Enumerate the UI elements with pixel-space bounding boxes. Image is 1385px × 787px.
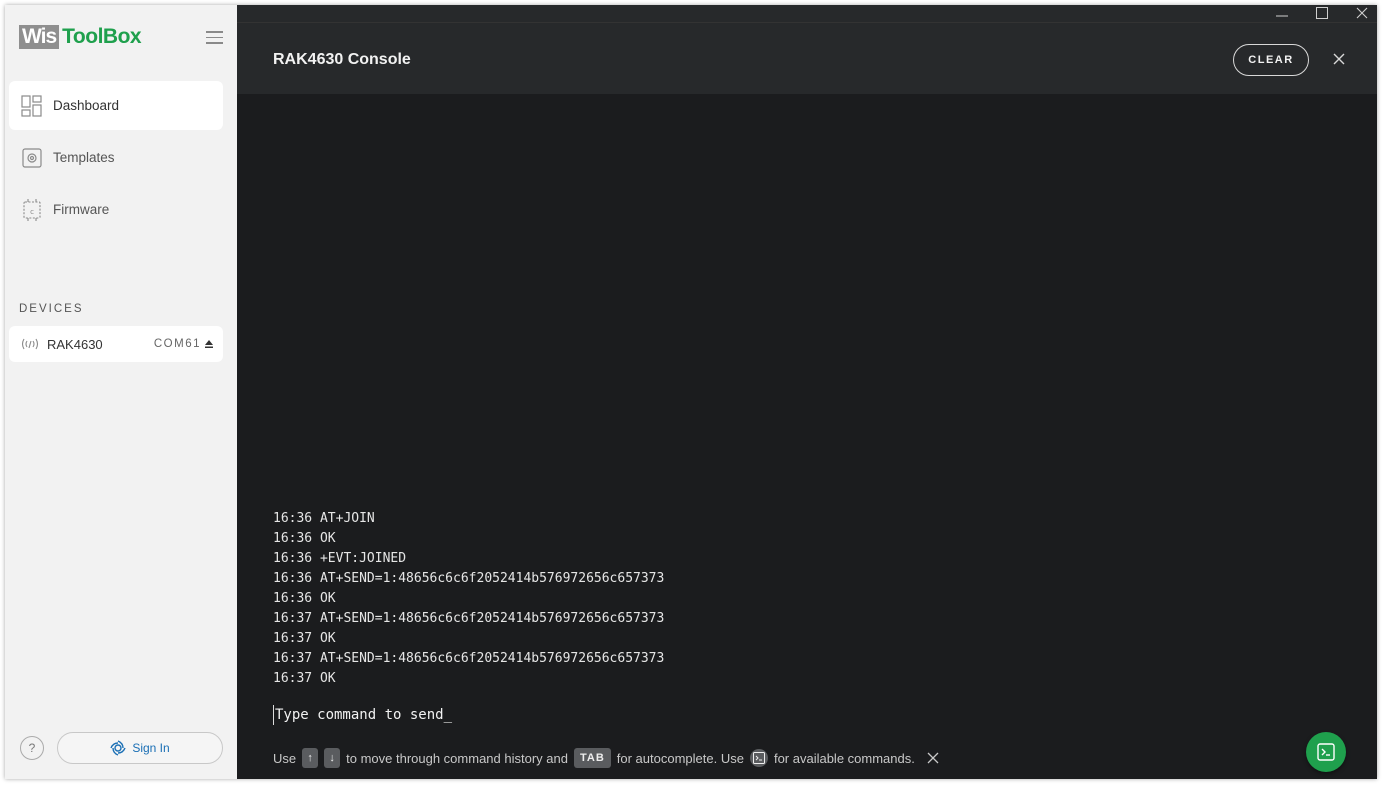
hint-close-icon[interactable] [927,752,939,764]
command-input[interactable] [273,705,1173,725]
eject-icon[interactable] [204,339,214,349]
log-line: 16:36 AT+SEND=1:48656c6c6f2052414b576972… [273,571,665,586]
sidebar-item-label: Dashboard [53,98,120,113]
device-item-rak4630[interactable]: RAK4630 COM61 [9,326,223,362]
console-header: RAK4630 Console CLEAR [237,23,1377,94]
help-button[interactable]: ? [20,736,44,760]
svg-text:c: c [30,208,34,216]
templates-icon [21,147,43,169]
up-key-badge: ↑ [302,748,319,768]
window-close-icon[interactable] [1353,5,1371,21]
sign-in-button[interactable]: Sign In [57,732,223,764]
tab-key-badge: TAB [573,748,611,768]
console-title: RAK4630 Console [273,51,411,68]
terminal-icon [749,749,768,767]
log-line: 16:37 AT+SEND=1:48656c6c6f2052414b576972… [273,651,665,666]
hint-text-history: to move through command history and [346,750,568,766]
sign-in-label: Sign In [132,741,170,755]
log-line: 16:36 AT+JOIN [273,511,375,526]
clear-button[interactable]: CLEAR [1233,44,1309,76]
device-name: RAK4630 [47,336,103,352]
dashboard-icon [21,94,43,117]
sidebar-item-templates[interactable]: Templates [9,133,223,182]
sidebar: Wis ToolBox Dashboard Templates c Firmwa… [5,5,237,779]
command-hint: Use ↑ ↓ to move through command history … [273,747,939,769]
logo-wis: Wis [19,25,60,49]
sidebar-item-dashboard[interactable]: Dashboard [9,81,223,130]
log-line: 16:37 AT+SEND=1:48656c6c6f2052414b576972… [273,611,665,626]
log-line: 16:36 OK [273,591,336,606]
log-line: 16:37 OK [273,671,336,686]
terminal-icon [1317,743,1335,761]
down-key-badge: ↓ [324,748,341,768]
firmware-icon: c [21,198,43,221]
close-icon[interactable] [1331,51,1347,67]
log-line: 16:37 OK [273,631,336,646]
maximize-icon[interactable] [1313,5,1331,21]
sidebar-item-firmware[interactable]: c Firmware [9,185,223,234]
device-port: COM61 [153,338,201,350]
console-log: 16:36 AT+JOIN 16:36 OK 16:36 +EVT:JOINED… [273,509,1073,689]
logo-toolbox: ToolBox [62,25,142,48]
devices-heading: DEVICES [19,303,84,315]
console-panel: RAK4630 Console CLEAR 16:36 AT+JOIN 16:3… [237,5,1377,779]
hint-text-use: Use [273,750,297,766]
wireless-icon [21,338,39,350]
window-titlebar [237,5,1377,23]
hint-text-autocomplete: for autocomplete. Use [616,750,744,766]
minimize-icon[interactable] [1273,5,1291,21]
terminal-commands-button[interactable] [1306,732,1346,772]
log-line: 16:36 +EVT:JOINED [273,551,407,566]
app-logo: Wis ToolBox [19,25,142,49]
sidebar-item-label: Firmware [53,202,110,217]
sidebar-item-label: Templates [53,150,115,165]
hint-text-commands: for available commands. [773,750,915,766]
log-line: 16:36 OK [273,531,336,546]
menu-icon[interactable] [206,31,223,45]
sign-in-icon [110,740,126,756]
app-window: Wis ToolBox Dashboard Templates c Firmwa… [5,5,1377,779]
